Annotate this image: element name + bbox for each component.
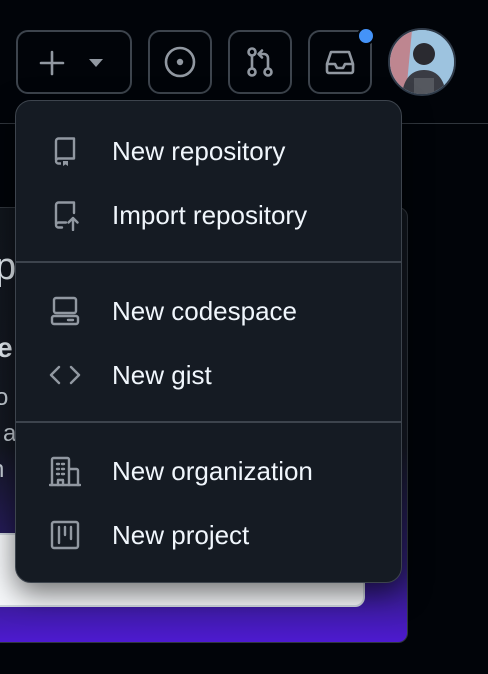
git-pull-request-icon xyxy=(243,45,277,79)
inbox-icon xyxy=(323,45,357,79)
menu-item-new-organization[interactable]: New organization xyxy=(32,443,387,499)
menu-item-new-codespace[interactable]: New codespace xyxy=(32,283,387,339)
issues-button[interactable] xyxy=(148,30,212,94)
menu-item-label: New codespace xyxy=(112,296,297,326)
menu-item-new-repository[interactable]: New repository xyxy=(32,123,387,179)
menu-item-label: New gist xyxy=(112,360,212,390)
triangle-down-icon xyxy=(88,56,104,70)
avatar-image xyxy=(390,30,454,94)
unread-notification-dot xyxy=(357,27,375,45)
create-new-menu: New repository Import repository New cod… xyxy=(15,100,402,583)
repo-push-icon xyxy=(49,199,81,232)
code-icon xyxy=(49,359,81,391)
background-text-fragment: o xyxy=(0,384,8,412)
menu-item-new-gist[interactable]: New gist xyxy=(32,347,387,403)
background-text-fragment: n xyxy=(0,456,4,484)
menu-item-label: New repository xyxy=(112,136,286,166)
project-icon xyxy=(49,519,81,551)
codespaces-icon xyxy=(49,295,81,327)
repo-icon xyxy=(49,135,81,167)
organization-icon xyxy=(48,455,82,487)
menu-item-label: Import repository xyxy=(112,200,308,230)
plus-icon xyxy=(38,49,66,77)
menu-item-label: New project xyxy=(112,520,250,550)
background-heading-fragment: p xyxy=(0,246,16,289)
menu-item-label: New organization xyxy=(112,456,313,486)
create-new-button[interactable] xyxy=(16,30,132,94)
user-avatar[interactable] xyxy=(388,28,456,96)
menu-divider xyxy=(16,421,401,423)
pull-requests-button[interactable] xyxy=(228,30,292,94)
menu-divider xyxy=(16,261,401,263)
menu-item-new-project[interactable]: New project xyxy=(32,507,387,563)
menu-item-import-repository[interactable]: Import repository xyxy=(32,187,387,243)
background-subheading-fragment: e xyxy=(0,332,13,364)
github-page: p e o a n xyxy=(0,0,488,674)
issue-opened-icon xyxy=(163,45,197,79)
